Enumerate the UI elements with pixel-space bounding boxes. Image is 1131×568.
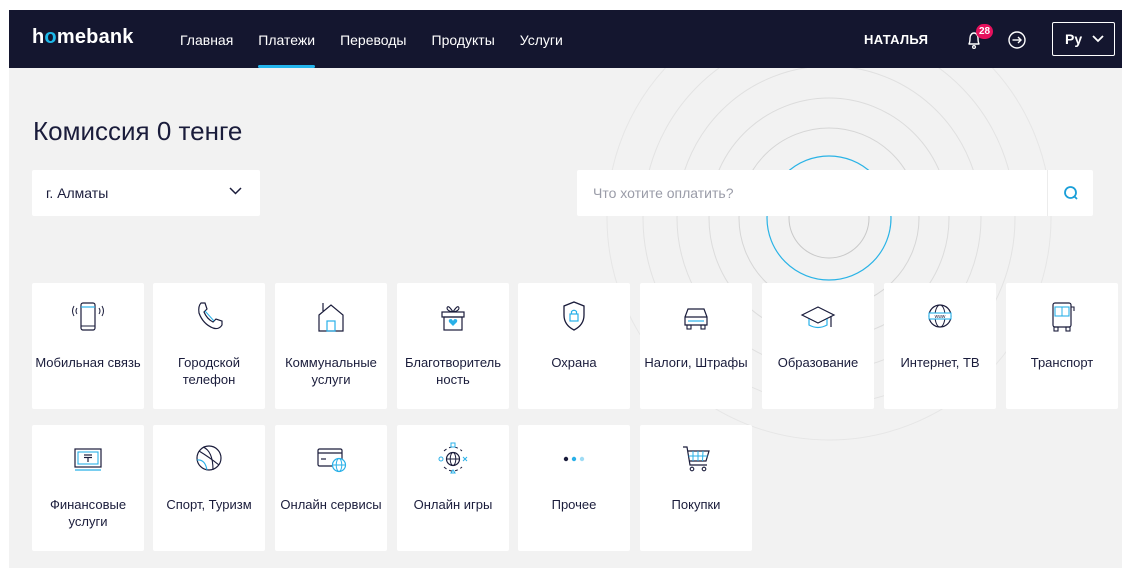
category-tile-finance[interactable]: Финансовые услуги — [32, 425, 144, 551]
search-button[interactable] — [1047, 170, 1093, 216]
chevron-down-icon — [229, 187, 242, 195]
category-tile-other[interactable]: Прочее — [518, 425, 630, 551]
category-tile-online-services[interactable]: Онлайн сервисы — [275, 425, 387, 551]
house-icon — [318, 303, 344, 332]
category-label: Интернет, ТВ — [900, 355, 980, 370]
category-label: Благотворитель ность — [404, 355, 501, 387]
notification-badge: 28 — [976, 24, 994, 39]
category-tile-shopping[interactable]: Покупки — [640, 425, 752, 551]
gift-heart-icon — [441, 306, 465, 331]
category-tile-utilities[interactable]: Коммунальные услуги — [275, 283, 387, 409]
logout-icon[interactable] — [1006, 29, 1028, 51]
category-label: Онлайн игры — [413, 497, 493, 512]
gamepad-globe-icon — [438, 442, 468, 474]
top-navbar: homebank Главная Платежи Переводы Продук… — [9, 10, 1122, 68]
category-label: Транспорт — [1030, 355, 1094, 370]
shopping-cart-icon — [683, 446, 710, 472]
category-tile-online-games[interactable]: Онлайн игры — [397, 425, 509, 551]
category-label: Спорт, Туризм — [166, 497, 252, 512]
category-label: Налоги, Штрафы — [644, 355, 748, 370]
category-tile-sport[interactable]: Спорт, Туризм — [153, 425, 265, 551]
category-label: Финансовые услуги — [49, 497, 127, 529]
dots-icon — [563, 456, 585, 462]
card-globe-icon — [317, 448, 347, 473]
main-menu: Главная Платежи Переводы Продукты Услуги — [180, 10, 588, 68]
city-select[interactable]: г. Алматы — [32, 170, 260, 216]
ball-icon — [196, 445, 222, 471]
category-label: Охрана — [551, 355, 597, 370]
category-label: Мобильная связь — [35, 355, 141, 370]
menu-item-products[interactable]: Продукты — [432, 10, 495, 68]
category-label: Образование — [777, 355, 859, 370]
car-icon — [684, 308, 708, 330]
category-tile-education[interactable]: Образование — [762, 283, 874, 409]
category-tile-taxes[interactable]: Налоги, Штрафы — [640, 283, 752, 409]
search-input[interactable] — [577, 170, 1047, 216]
category-tile-charity[interactable]: Благотворитель ность — [397, 283, 509, 409]
menu-item-main[interactable]: Главная — [180, 10, 233, 68]
category-tile-mobile[interactable]: Мобильная связь — [32, 283, 144, 409]
bus-icon — [1052, 302, 1075, 332]
category-tile-landline[interactable]: Городской телефон — [153, 283, 265, 409]
page-title: Комиссия 0 тенге — [33, 116, 243, 146]
user-name[interactable]: НАТАЛЬЯ — [864, 32, 928, 47]
city-value: г. Алматы — [46, 185, 109, 201]
app-frame: homebank Главная Платежи Переводы Продук… — [9, 10, 1122, 568]
language-selector[interactable]: Ру — [1052, 22, 1115, 56]
globe-www-icon: www — [928, 304, 952, 328]
shield-lock-icon — [563, 301, 585, 331]
category-tile-security[interactable]: Охрана — [518, 283, 630, 409]
menu-item-payments[interactable]: Платежи — [258, 10, 315, 68]
menu-item-services[interactable]: Услуги — [520, 10, 563, 68]
category-tile-internet-tv[interactable]: www Интернет, ТВ — [884, 283, 996, 409]
category-tile-transport[interactable]: Транспорт — [1006, 283, 1118, 409]
category-label: Городской телефон — [178, 355, 240, 387]
category-label: Покупки — [671, 497, 721, 512]
search-box — [577, 170, 1093, 216]
category-label: Прочее — [551, 497, 597, 512]
chevron-down-icon — [1092, 35, 1104, 43]
category-label: Онлайн сервисы — [280, 497, 382, 512]
language-label: Ру — [1065, 31, 1083, 47]
phone-handset-icon — [198, 302, 223, 330]
svg-text:www: www — [935, 314, 946, 320]
homebank-logo[interactable]: homebank — [32, 26, 134, 49]
banknote-tenge-icon — [74, 448, 102, 471]
graduation-cap-icon — [800, 306, 836, 329]
menu-item-transfers[interactable]: Переводы — [340, 10, 406, 68]
mobile-icon — [72, 302, 104, 331]
search-icon — [1064, 186, 1078, 200]
category-label: Коммунальные услуги — [285, 355, 377, 387]
